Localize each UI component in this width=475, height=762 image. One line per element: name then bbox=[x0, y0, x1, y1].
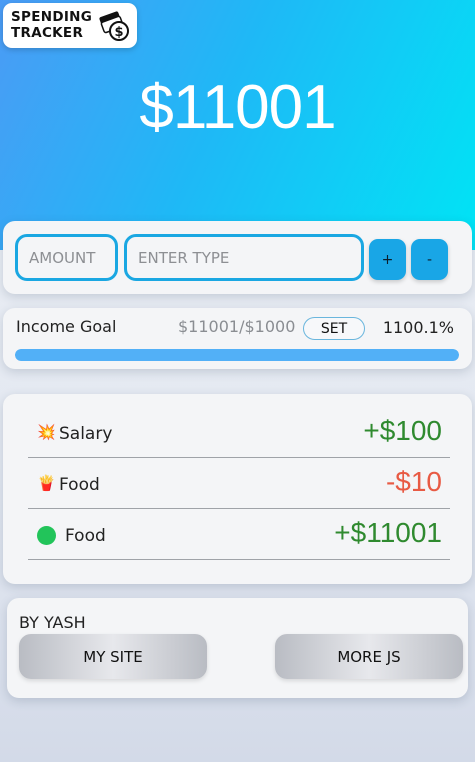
type-input[interactable] bbox=[124, 234, 364, 281]
app-logo: SPENDING TRACKER $ bbox=[3, 3, 137, 48]
transaction-list: 💥 Salary +$100 🍟 Food -$10 Food +$11001 bbox=[3, 394, 472, 584]
transaction-amount: +$100 bbox=[363, 415, 442, 446]
logo-line-2: TRACKER bbox=[11, 25, 84, 41]
transaction-label: Food bbox=[65, 526, 106, 546]
green-circle-icon bbox=[37, 526, 56, 545]
transaction-label: Salary bbox=[59, 424, 113, 444]
set-goal-button[interactable]: SET bbox=[303, 317, 365, 340]
balance-header: SPENDING TRACKER $ $11001 bbox=[0, 0, 475, 250]
goal-percent: 1100.1% bbox=[382, 318, 454, 337]
fries-icon: 🍟 bbox=[37, 474, 56, 492]
more-js-button[interactable]: MORE JS bbox=[275, 634, 463, 679]
author-credit: BY YASH bbox=[19, 613, 86, 632]
income-goal-card: Income Goal $11001/$1000 SET 1100.1% bbox=[3, 308, 472, 369]
footer-card: BY YASH MY SITE MORE JS bbox=[7, 598, 468, 698]
goal-progress-text: $11001/$1000 bbox=[178, 317, 296, 336]
transaction-label: Food bbox=[59, 475, 100, 495]
logo-line-1: SPENDING bbox=[11, 9, 93, 25]
transaction-amount: -$10 bbox=[385, 466, 442, 497]
add-income-button[interactable]: + bbox=[369, 239, 406, 280]
money-icon: $ bbox=[99, 11, 129, 41]
goal-label: Income Goal bbox=[16, 317, 117, 336]
transaction-amount: +$11001 bbox=[334, 517, 442, 548]
transaction-row: 💥 Salary +$100 bbox=[28, 407, 450, 458]
entry-form: + - bbox=[3, 221, 472, 294]
transaction-row: 🍟 Food -$10 bbox=[28, 458, 450, 509]
goal-progress-fill bbox=[15, 349, 459, 361]
logo-text: SPENDING TRACKER bbox=[11, 9, 92, 41]
goal-progress-bar bbox=[15, 349, 459, 361]
transaction-row: Food +$11001 bbox=[28, 509, 450, 560]
balance-total: $11001 bbox=[139, 73, 336, 142]
my-site-button[interactable]: MY SITE bbox=[19, 634, 207, 679]
add-expense-button[interactable]: - bbox=[411, 239, 448, 280]
svg-text:$: $ bbox=[114, 25, 123, 40]
amount-input[interactable] bbox=[15, 234, 118, 281]
collision-icon: 💥 bbox=[37, 423, 56, 441]
